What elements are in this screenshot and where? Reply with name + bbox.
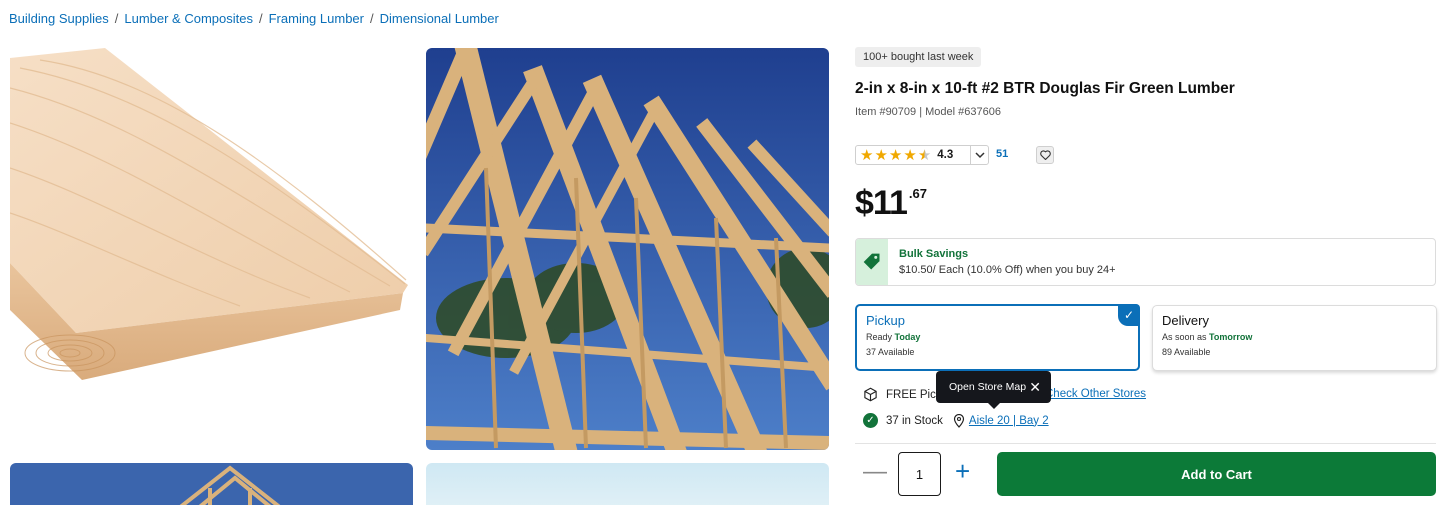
tooltip-label: Open Store Map — [949, 381, 1027, 393]
product-image-lumber-board[interactable] — [10, 48, 410, 450]
pickup-title: Pickup — [866, 313, 906, 328]
stock-row: ✓ 37 in Stock Aisle 20 | Bay 2 — [863, 413, 1049, 428]
delivery-ready: As soon as Tomorrow — [1162, 332, 1253, 342]
breadcrumb: Building Supplies / Lumber & Composites … — [9, 11, 499, 26]
bulk-savings-banner: Bulk Savings $10.50/ Each (10.0% Off) wh… — [855, 238, 1436, 286]
pickup-ready: Ready Today — [866, 332, 921, 342]
star-icon: ★ — [860, 146, 874, 164]
check-other-stores-link[interactable]: Check Other Stores — [1045, 388, 1146, 400]
pickup-option[interactable]: Pickup Ready Today 37 Available ✓ — [855, 304, 1140, 371]
breadcrumb-dimensional-lumber[interactable]: Dimensional Lumber — [380, 11, 499, 26]
rating-value: 4.3 — [937, 149, 954, 161]
price-cents: .67 — [908, 186, 927, 201]
breadcrumb-separator: / — [258, 11, 263, 26]
product-image-sky[interactable] — [426, 463, 829, 505]
plus-icon[interactable]: + — [955, 458, 970, 484]
store-map-tooltip[interactable]: Open Store Map ✕ — [936, 371, 1051, 409]
rating-summary[interactable]: ★ ★ ★ ★ ★ 4.3 — [855, 145, 989, 165]
review-count-link[interactable]: 51 — [996, 148, 1008, 160]
price-dollars: $11 — [855, 184, 908, 222]
favorite-button[interactable] — [1036, 146, 1054, 164]
delivery-availability: 89 Available — [1162, 347, 1211, 357]
bulk-savings-description: $10.50/ Each (10.0% Off) when you buy 24… — [899, 264, 1116, 276]
divider — [855, 443, 1436, 444]
roof-trusses-illustration — [426, 48, 829, 450]
breadcrumb-framing-lumber[interactable]: Framing Lumber — [269, 11, 364, 26]
delivery-option[interactable]: Delivery As soon as Tomorrow 89 Availabl… — [1152, 305, 1437, 371]
map-pin-icon — [953, 413, 965, 428]
free-pickup-row: FREE Pick — [863, 387, 942, 402]
breadcrumb-lumber-composites[interactable]: Lumber & Composites — [124, 11, 253, 26]
aisle-location-link[interactable]: Aisle 20 | Bay 2 — [969, 415, 1049, 427]
close-icon[interactable]: ✕ — [1029, 380, 1041, 394]
tag-icon — [856, 239, 888, 285]
star-icon: ★ — [888, 146, 903, 164]
box-icon — [864, 387, 877, 402]
breadcrumb-separator: / — [114, 11, 119, 26]
stock-status: 37 in Stock — [886, 414, 943, 427]
popularity-badge: 100+ bought last week — [855, 47, 982, 67]
star-icon: ★ — [874, 146, 888, 164]
add-to-cart-button[interactable]: Add to Cart — [997, 452, 1436, 496]
product-image-trusses-top[interactable] — [10, 463, 413, 505]
half-star-icon: ★ — [917, 146, 932, 164]
item-model-number: Item #90709 | Model #637606 — [855, 106, 1001, 118]
star-rating: ★ ★ ★ ★ ★ — [860, 148, 931, 163]
check-circle-icon: ✓ — [863, 413, 878, 428]
minus-icon[interactable]: — — [863, 460, 887, 484]
tooltip-arrow — [988, 403, 1000, 409]
product-image-roof-trusses[interactable] — [426, 48, 829, 450]
breadcrumb-building-supplies[interactable]: Building Supplies — [9, 11, 109, 26]
product-info: 100+ bought last week 2-in x 8-in x 10-f… — [855, 0, 1437, 505]
free-pickup-text: FREE Pick — [886, 388, 942, 401]
breadcrumb-separator: / — [369, 11, 374, 26]
bulk-savings-title: Bulk Savings — [899, 248, 969, 260]
chevron-down-icon[interactable] — [970, 146, 988, 164]
pickup-availability: 37 Available — [866, 347, 915, 357]
selected-check-icon: ✓ — [1118, 304, 1140, 326]
delivery-title: Delivery — [1162, 313, 1209, 328]
star-icon: ★ — [903, 146, 917, 164]
quantity-input[interactable] — [898, 452, 941, 496]
trusses-top-illustration — [10, 463, 413, 505]
product-title: 2-in x 8-in x 10-ft #2 BTR Douglas Fir G… — [855, 80, 1235, 97]
price: $11 .67 — [855, 184, 927, 222]
heart-icon — [1039, 150, 1051, 160]
lumber-board-illustration — [10, 48, 408, 380]
